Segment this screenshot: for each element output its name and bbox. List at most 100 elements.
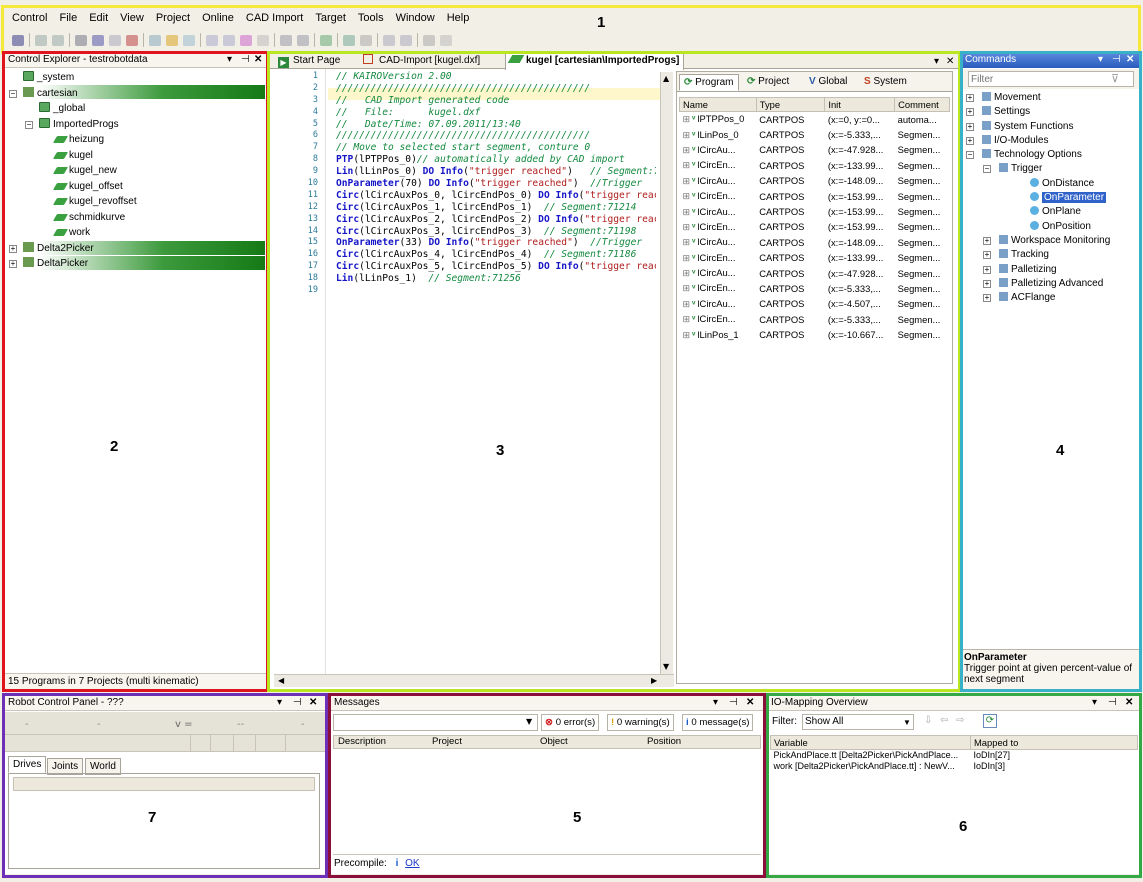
expand-icon[interactable]: + [966,108,974,117]
expand-icon[interactable]: + [966,136,974,145]
close-icon[interactable]: ✕ [254,53,262,67]
scroll-right-icon[interactable]: ▶ [651,676,657,686]
column-header[interactable]: Mapped to [970,735,1138,750]
menu-item[interactable]: CAD Import [246,12,303,24]
expand-icon[interactable]: + [9,260,17,268]
compare-all-icon[interactable] [400,34,412,46]
command-item[interactable]: + Palletizing [966,263,1136,277]
scroll-down-icon[interactable]: ▼ [663,662,669,672]
expand-icon[interactable]: ⊞ [683,160,691,170]
errors-toggle[interactable]: ⊗ 0 error(s) [541,714,600,731]
zoom-icon[interactable] [280,34,292,46]
command-item[interactable]: OnDistance [966,177,1136,191]
tree-item[interactable]: + DeltaPicker [9,256,264,272]
tree-item[interactable]: kugel [9,148,264,164]
program-scope-tab[interactable]: ⟳ Program [679,74,739,91]
table-row[interactable]: ⊞ ᵛ lPTPPos_0 CARTPOS (x:=0, y:=0... automa..… [680,112,950,127]
menu-item[interactable]: Target [315,12,346,24]
expand-icon[interactable]: + [983,279,991,288]
command-item[interactable]: + Movement [966,91,1136,105]
close-icon[interactable]: ✕ [746,696,754,710]
close-icon[interactable]: ✕ [309,696,317,710]
column-header[interactable]: Type [755,97,826,112]
save-icon[interactable] [12,34,24,46]
scroll-left-icon[interactable]: ◀ [278,676,284,686]
column-header[interactable]: Name [679,97,757,112]
command-item[interactable]: + Workspace Monitoring [966,234,1136,248]
expand-icon[interactable]: ⊞ [683,176,691,186]
tree-item[interactable]: − ImportedProgs [9,117,264,133]
table-row[interactable]: ⊞ ᵛ lCircEn... CARTPOS (x:=-5.333,... Segmen.… [680,281,950,296]
command-item[interactable]: − Technology Options [966,148,1136,162]
panel-menu-icon[interactable]: ▾ [1092,696,1097,710]
pin-icon[interactable]: ⊣ [729,696,738,710]
export-icon[interactable]: ⇨ [956,715,964,726]
table-row[interactable]: ⊞ ᵛ lCircAu... CARTPOS (x:=-153.99... Segmen.… [680,204,950,219]
build-icon[interactable] [320,34,332,46]
expand-icon[interactable]: ⊞ [683,314,691,324]
column-header[interactable]: Comment [894,97,950,112]
table-row[interactable]: ⊞ ᵛ lCircAu... CARTPOS (x:=-148.09... Segmen.… [680,235,950,250]
compare-icon[interactable] [383,34,395,46]
collapse-icon[interactable]: − [9,89,17,98]
warnings-toggle[interactable]: ! 0 warning(s) [607,714,674,731]
menu-item[interactable]: Edit [89,12,108,24]
column-header[interactable]: Position [647,736,681,748]
expand-icon[interactable]: ⊞ [683,268,691,278]
editor-menu-icon[interactable]: ▾ [934,55,939,69]
panel-menu-icon[interactable]: ▾ [1098,53,1103,67]
tree-item[interactable]: _global [9,101,264,117]
tree-item[interactable]: work [9,225,264,241]
command-item[interactable]: OnPlane [966,205,1136,219]
cut-icon[interactable] [75,34,87,46]
expand-icon[interactable]: ⊞ [683,207,691,217]
column-header[interactable]: Description [338,736,386,748]
expand-icon[interactable]: ⊞ [683,114,691,124]
system-scope-tab[interactable]: S System [860,74,911,89]
tree-item[interactable]: kugel_new [9,163,264,179]
column-header[interactable]: Variable [770,735,971,750]
open-icon[interactable] [166,34,178,46]
paste-icon[interactable] [109,34,121,46]
table-row[interactable]: ⊞ ᵛ lCircAu... CARTPOS (x:=-4.507,... Segmen.… [680,296,950,311]
expand-icon[interactable]: ⊞ [683,130,691,140]
column-header[interactable]: Object [540,736,568,748]
table-row[interactable]: ⊞ ᵛ lCircEn... CARTPOS (x:=-133.99... Segmen.… [680,250,950,265]
tree-item[interactable]: schmidkurve [9,210,264,226]
import-icon[interactable]: ⇦ [940,715,948,726]
command-item[interactable]: + System Functions [966,120,1136,134]
code-editor[interactable]: // KAIROVersion 2.00////////////////////… [336,71,656,297]
code-horizontal-scrollbar[interactable] [274,674,674,687]
kugel-tab[interactable]: kugel [cartesian\ImportedProgs] [505,53,685,70]
menu-item[interactable]: View [120,12,144,24]
pin-icon[interactable]: ⊣ [241,53,250,67]
command-item[interactable]: + Palletizing Advanced [966,277,1136,291]
menu-item[interactable]: Control [12,12,47,24]
start-page-tab[interactable]: ▶ Start Page [278,54,340,68]
connect-icon[interactable] [343,34,355,46]
editor-close-icon[interactable]: ✕ [946,55,954,69]
command-item[interactable]: + I/O-Modules [966,134,1136,148]
tree-item[interactable]: kugel_offset [9,179,264,195]
grid-icon[interactable] [257,34,269,46]
pin-icon[interactable]: ⊣ [293,696,302,710]
map-icon[interactable]: ⇩ [924,715,932,726]
command-item[interactable]: OnParameter [966,191,1136,205]
table-row[interactable]: ⊞ ᵛ lLinPos_1 CARTPOS (x:=-10.667... Segmen..… [680,327,950,342]
expand-icon[interactable]: ⊞ [683,299,691,309]
close-icon[interactable]: ✕ [1125,696,1133,710]
expand-icon[interactable]: ⊞ [683,283,691,293]
tree-item[interactable]: − cartesian [9,86,264,102]
panel-menu-icon[interactable]: ▾ [227,53,232,67]
tool2-icon[interactable] [440,34,452,46]
table-row[interactable]: ⊞ ᵛ lLinPos_0 CARTPOS (x:=-5.333,... Segmen..… [680,127,950,142]
expand-icon[interactable]: ⊞ [683,253,691,263]
project-scope-tab[interactable]: ⟳ Project [743,74,794,89]
expand-icon[interactable]: + [966,94,974,102]
tree-item[interactable]: _system [9,70,264,86]
refresh-icon[interactable]: ⟳ [983,714,997,728]
messages-toggle[interactable]: i 0 message(s) [682,714,754,731]
close-icon[interactable]: ✕ [1126,53,1134,67]
tree-item[interactable]: heizung [9,132,264,148]
layout-icon[interactable] [240,34,252,46]
